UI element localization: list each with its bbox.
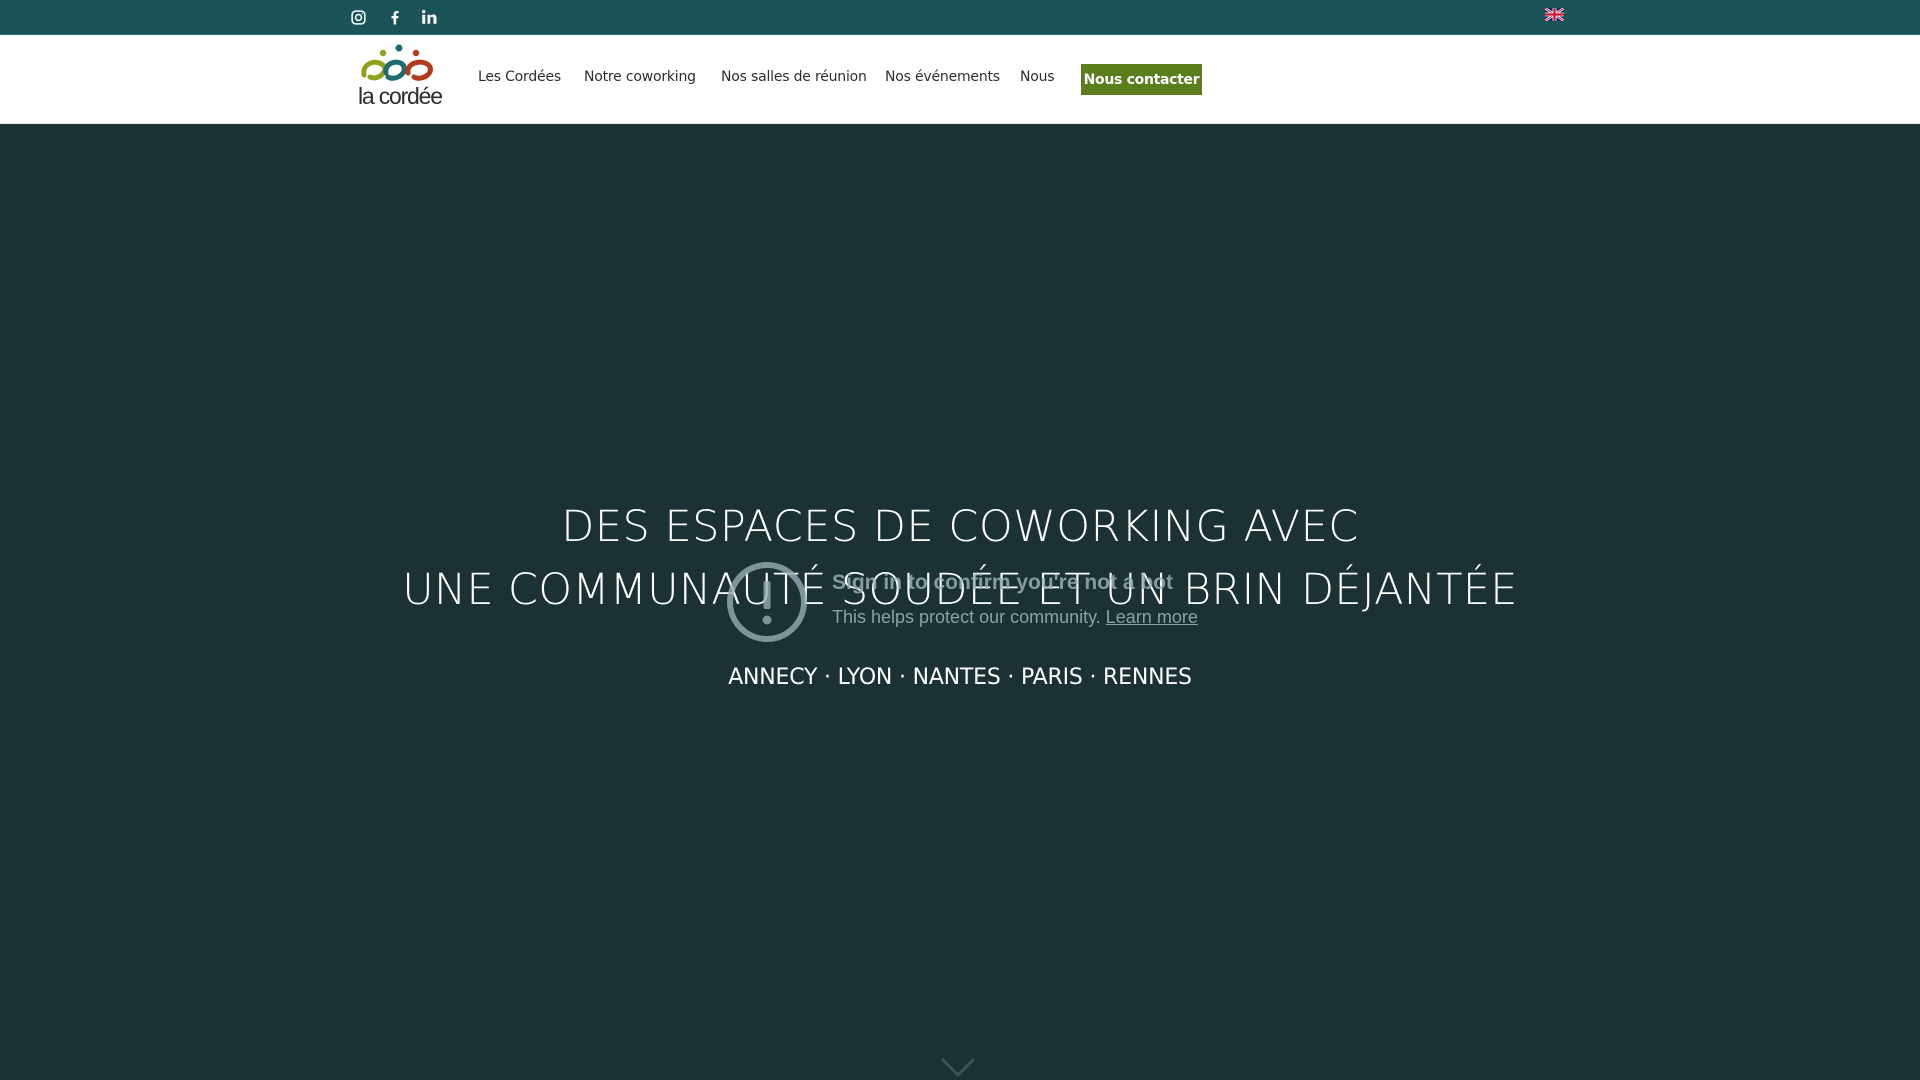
linkedin-icon	[422, 9, 437, 24]
instagram-icon	[351, 9, 366, 25]
contact-button[interactable]: Nous contacter	[1081, 64, 1202, 95]
main-nav: Les Cordées Notre coworking Nos salles d…	[0, 35, 1920, 124]
chevron-down-icon[interactable]	[940, 1057, 976, 1079]
facebook-link[interactable]	[386, 5, 404, 29]
linkedin-link[interactable]	[420, 5, 438, 29]
hero-section: DES ESPACES DE COWORKING AVEC UNE COMMUN…	[0, 125, 1920, 1080]
language-switch[interactable]	[1544, 7, 1565, 22]
uk-flag-icon	[1544, 7, 1565, 22]
hero-title-line-1: DES ESPACES DE COWORKING AVEC	[561, 502, 1359, 552]
bot-check-subtitle-text: This helps protect our community.	[832, 607, 1101, 627]
top-bar	[0, 0, 1920, 35]
instagram-link[interactable]	[350, 5, 367, 29]
bot-check-title: Sign in to confirm you're not a bot	[832, 571, 1173, 594]
bot-check-notice: Sign in to confirm you're not a bot This…	[726, 561, 1226, 661]
main-header: la cordée Les Cordées Notre coworking No…	[0, 35, 1920, 124]
nav-item-nous[interactable]: Nous	[1020, 69, 1055, 85]
alert-circle-icon	[727, 562, 807, 642]
nav-item-les-cordees[interactable]: Les Cordées	[478, 69, 561, 85]
nav-item-evenements[interactable]: Nos événements	[885, 69, 1000, 85]
learn-more-link[interactable]: Learn more	[1106, 607, 1198, 627]
nav-item-notre-coworking[interactable]: Notre coworking	[584, 69, 696, 85]
bot-check-subtitle: This helps protect our community. Learn m…	[832, 607, 1198, 628]
facebook-icon	[391, 11, 399, 25]
hero-cities: ANNECY · LYON · NANTES · PARIS · RENNES	[728, 665, 1192, 690]
nav-item-salles-de-reunion[interactable]: Nos salles de réunion	[721, 69, 867, 85]
